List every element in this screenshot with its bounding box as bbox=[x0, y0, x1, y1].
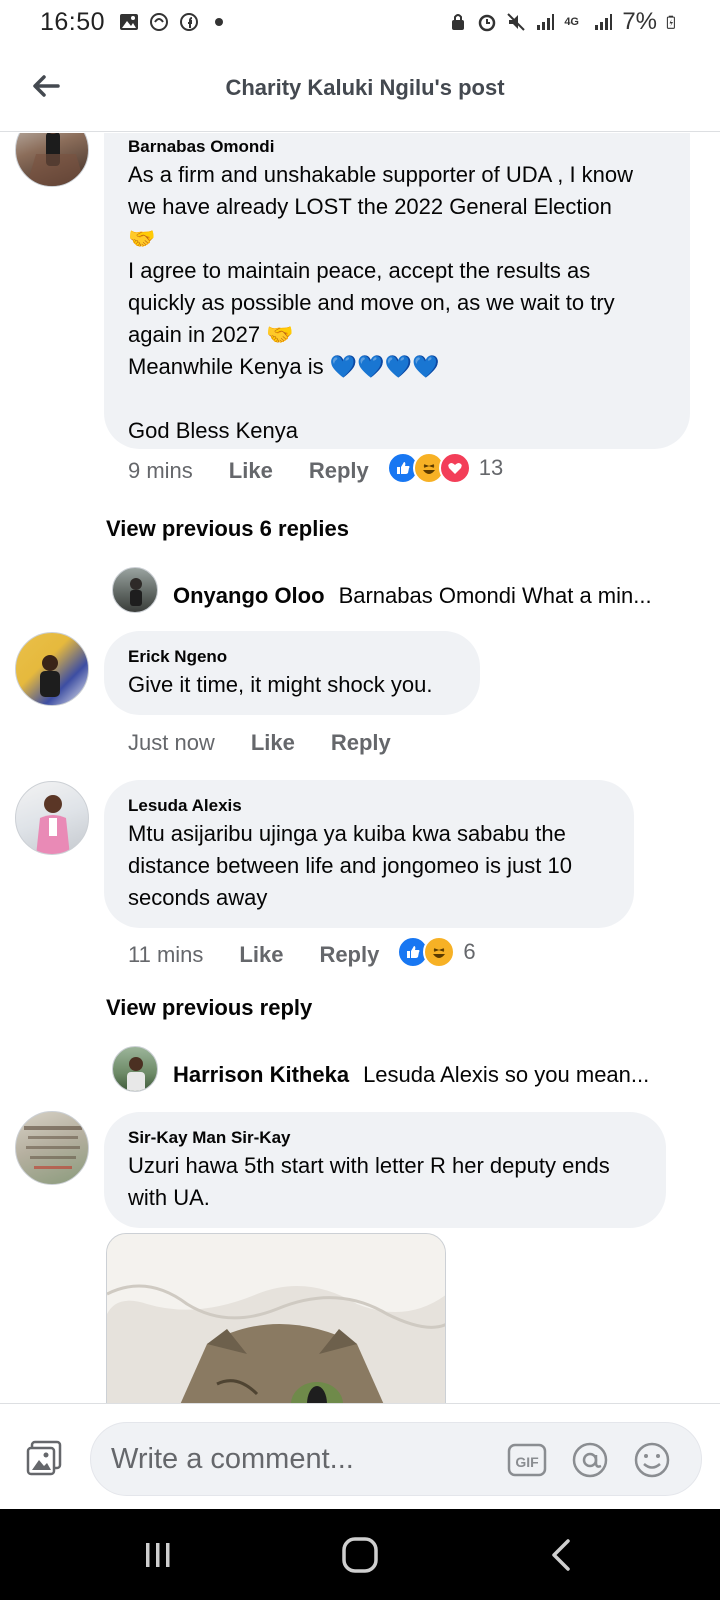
view-previous-reply[interactable]: View previous reply bbox=[106, 995, 312, 1021]
comment-line: Meanwhile Kenya is 💙💙💙💙 bbox=[128, 354, 440, 379]
comment-line: 🤝 bbox=[128, 226, 156, 251]
comment-time[interactable]: Just now bbox=[128, 730, 215, 756]
comment-line: God Bless Kenya bbox=[128, 418, 298, 443]
recent-apps-button[interactable] bbox=[136, 1533, 180, 1577]
dot-icon bbox=[215, 18, 224, 26]
comment-line: with UA. bbox=[128, 1185, 210, 1210]
reactions-summary[interactable]: 13 bbox=[386, 452, 504, 484]
comment-author[interactable]: Erick Ngeno bbox=[128, 647, 456, 667]
app-icon bbox=[150, 13, 169, 31]
gif-label: GIF bbox=[515, 1454, 539, 1470]
avatar[interactable] bbox=[112, 1046, 158, 1092]
comment-bubble[interactable]: Barnabas Omondi As a firm and unshakable… bbox=[104, 133, 690, 449]
comment-line: we have already LOST the 2022 General El… bbox=[128, 194, 612, 219]
battery-charging-icon bbox=[666, 15, 675, 29]
reaction-count: 6 bbox=[463, 939, 476, 964]
reply-button[interactable]: Reply bbox=[309, 458, 369, 484]
comment-time[interactable]: 11 mins bbox=[128, 942, 203, 968]
alarm-icon bbox=[479, 14, 496, 32]
comment-bubble[interactable]: Lesuda Alexis Mtu asijaribu ujinga ya ku… bbox=[104, 780, 634, 928]
gif-button[interactable]: GIF bbox=[506, 1440, 548, 1480]
comment-actions: 11 mins Like Reply 6 bbox=[128, 936, 476, 968]
comment-attached-image[interactable] bbox=[106, 1233, 446, 1403]
avatar[interactable] bbox=[15, 632, 89, 706]
comment-line: quickly as possible and move on, as we w… bbox=[128, 290, 615, 315]
comment-text: Uzuri hawa 5th start with letter R her d… bbox=[128, 1150, 642, 1214]
signal-icon-2 bbox=[595, 14, 613, 30]
mention-button[interactable] bbox=[570, 1440, 610, 1480]
back-nav-button[interactable] bbox=[540, 1533, 584, 1577]
reactions-summary[interactable]: 6 bbox=[397, 936, 476, 968]
like-button[interactable]: Like bbox=[239, 942, 283, 968]
mute-icon bbox=[507, 13, 526, 31]
comment-line: As a firm and unshakable supporter of UD… bbox=[128, 162, 634, 187]
home-icon bbox=[342, 1537, 378, 1573]
system-nav-bar bbox=[0, 1509, 720, 1600]
back-arrow-icon bbox=[33, 75, 60, 97]
like-button[interactable]: Like bbox=[229, 458, 273, 484]
comment-line bbox=[128, 383, 666, 415]
photo-button[interactable] bbox=[24, 1438, 64, 1478]
notification-icons bbox=[119, 12, 229, 32]
home-button[interactable] bbox=[338, 1533, 382, 1577]
comment-composer: GIF bbox=[0, 1403, 720, 1509]
view-previous-replies[interactable]: View previous 6 replies bbox=[106, 516, 349, 542]
reply-snippet: Lesuda Alexis so you mean... bbox=[363, 1062, 650, 1087]
app-header: Charity Kaluki Ngilu's post bbox=[0, 44, 720, 132]
comment-text: Mtu asijaribu ujinga ya kuiba kwa sababu… bbox=[128, 818, 610, 914]
signal-icon bbox=[537, 14, 555, 30]
comment-input[interactable] bbox=[90, 1422, 702, 1496]
battery-level: 7% bbox=[622, 8, 657, 35]
like-button[interactable]: Like bbox=[251, 730, 295, 756]
page-title: Charity Kaluki Ngilu's post bbox=[225, 74, 505, 100]
reply-button[interactable]: Reply bbox=[331, 730, 391, 756]
comment-author[interactable]: Sir-Kay Man Sir-Kay bbox=[128, 1128, 642, 1148]
comment-time[interactable]: 9 mins bbox=[128, 458, 193, 484]
status-bar: 16:50 4G 7% bbox=[0, 0, 720, 44]
comment-text: Give it time, it might shock you. bbox=[128, 672, 433, 697]
comment-line: distance between life and jongomeo is ju… bbox=[128, 853, 572, 878]
avatar[interactable] bbox=[15, 1111, 89, 1185]
avatar[interactable] bbox=[15, 133, 89, 187]
comment-author[interactable]: Barnabas Omondi bbox=[128, 137, 666, 157]
photo-icon bbox=[26, 1440, 62, 1476]
comment-line: seconds away bbox=[128, 885, 268, 910]
reaction-count: 13 bbox=[478, 455, 504, 480]
reply-author[interactable]: Harrison Kitheka bbox=[173, 1062, 349, 1088]
comment-actions: Just now Like Reply bbox=[128, 730, 391, 756]
love-reaction-icon bbox=[438, 452, 471, 484]
comment-bubble[interactable]: Erick Ngeno Give it time, it might shock… bbox=[104, 631, 480, 715]
comment-author[interactable]: Lesuda Alexis bbox=[128, 796, 610, 816]
recent-apps-icon bbox=[146, 1543, 170, 1567]
status-time: 16:50 bbox=[40, 7, 106, 36]
comments-feed[interactable]: Barnabas Omondi As a firm and unshakable… bbox=[0, 133, 720, 1403]
back-chevron-icon bbox=[552, 1539, 570, 1571]
comment-line: again in 2027 🤝 bbox=[128, 322, 294, 347]
system-icons: 4G 7% bbox=[448, 8, 680, 36]
gallery-icon bbox=[120, 14, 139, 30]
reply-preview[interactable]: Onyango Oloo Barnabas Omondi What a min.… bbox=[173, 583, 652, 609]
comment-actions: 9 mins Like Reply 13 bbox=[128, 452, 503, 484]
comment-bubble[interactable]: Sir-Kay Man Sir-Kay Uzuri hawa 5th start… bbox=[104, 1112, 666, 1228]
facebook-icon bbox=[180, 13, 199, 31]
avatar[interactable] bbox=[112, 567, 158, 613]
lock-icon bbox=[452, 14, 465, 30]
reply-preview[interactable]: Harrison Kitheka Lesuda Alexis so you me… bbox=[173, 1062, 649, 1088]
emoji-button[interactable] bbox=[632, 1440, 672, 1480]
haha-reaction-icon bbox=[423, 936, 456, 968]
at-sign-icon bbox=[572, 1442, 608, 1478]
back-button[interactable] bbox=[26, 66, 66, 106]
comment-line: Uzuri hawa 5th start with letter R her d… bbox=[128, 1153, 610, 1178]
reply-author[interactable]: Onyango Oloo bbox=[173, 583, 325, 609]
comment-text: As a firm and unshakable supporter of UD… bbox=[128, 159, 666, 447]
reply-snippet: Barnabas Omondi What a min... bbox=[338, 583, 652, 608]
network-type-label: 4G bbox=[564, 16, 579, 28]
comment-line: I agree to maintain peace, accept the re… bbox=[128, 258, 591, 283]
comment-line: Mtu asijaribu ujinga ya kuiba kwa sababu… bbox=[128, 821, 566, 846]
smiley-icon bbox=[634, 1442, 670, 1478]
avatar[interactable] bbox=[15, 781, 89, 855]
reply-button[interactable]: Reply bbox=[319, 942, 379, 968]
